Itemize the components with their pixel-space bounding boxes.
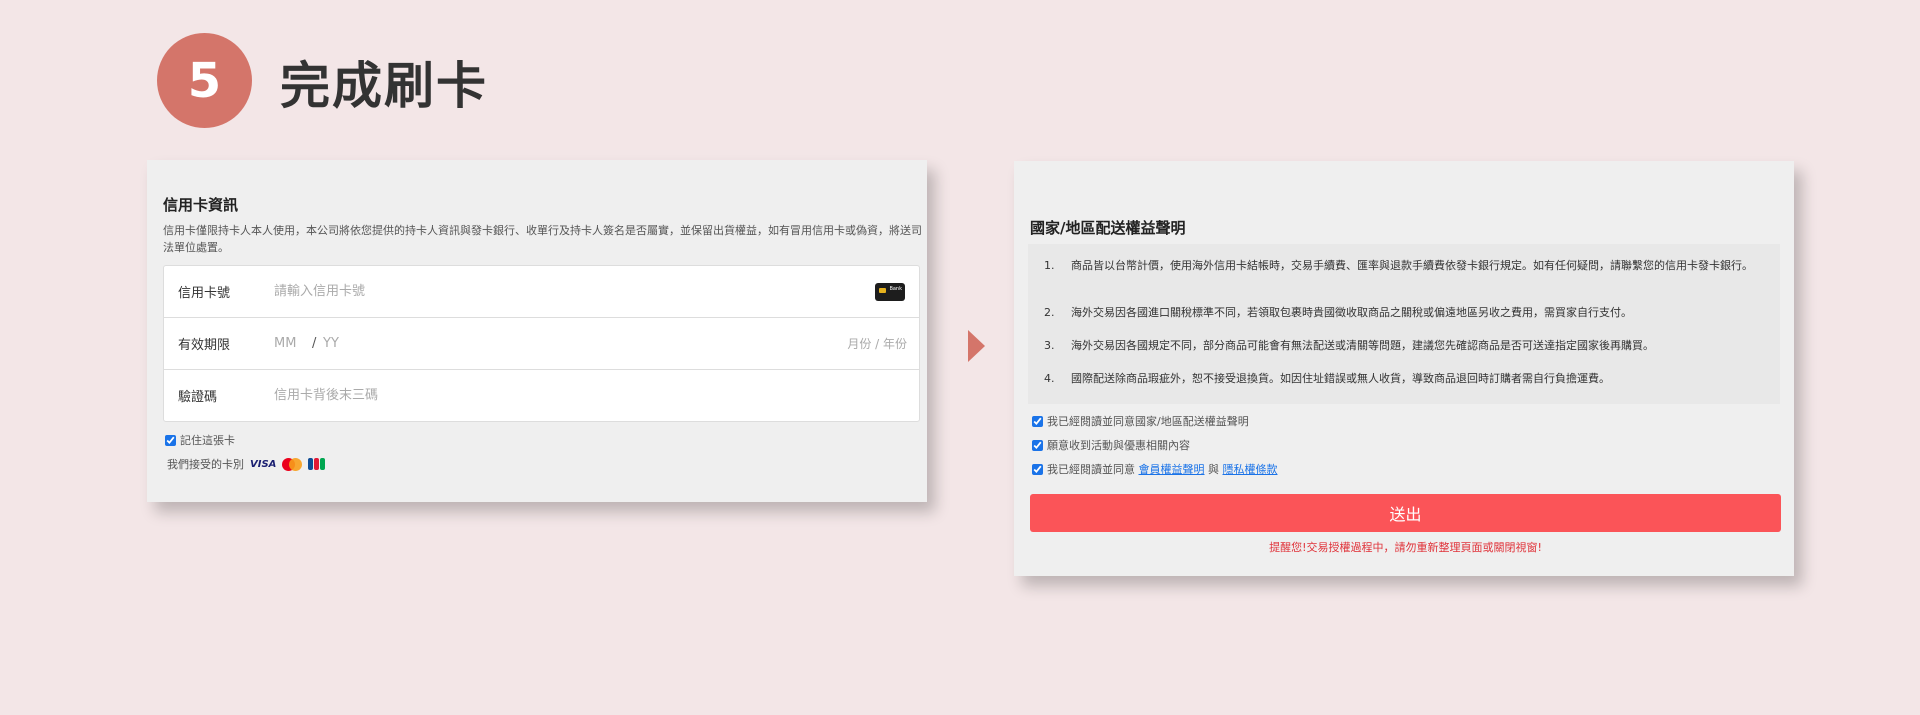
card-chip [879,287,886,293]
notice-item-number: 2. [1044,306,1055,319]
notice-item: 2. 海外交易因各國進口關稅標準不同，若領取包裹時貴國徵收取商品之關稅或偏遠地區另… [1044,305,1769,320]
bank-card-icon: Bank [875,282,905,301]
card-description: 信用卡僅限持卡人本人使用，本公司將依您提供的持卡人資訊與發卡銀行、收單行及持卡人… [163,224,922,254]
transaction-warning: 提醒您!交易授權過程中，請勿重新整理頁面或關閉視窗! [1269,541,1542,554]
agree-region-checkbox[interactable] [1032,415,1043,427]
credit-card-panel: 信用卡資訊 信用卡僅限持卡人本人使用，本公司將依您提供的持卡人資訊與發卡銀行、收… [147,160,927,502]
expiry-month-input[interactable] [272,335,312,352]
notice-item: 3. 海外交易因各國規定不同，部分商品可能會有無法配送或清關等問題，建議您先確認商… [1044,338,1769,353]
remember-card-row[interactable]: 記住這張卡 [165,432,235,448]
shipping-notice-panel: 國家/地區配送權益聲明 1. 商品皆以台幣計價，使用海外信用卡結帳時，交易手續費、… [1014,161,1794,576]
agree-promo-label: 願意收到活動與優惠相關內容 [1047,439,1190,452]
card-number-input[interactable] [272,283,836,300]
notice-item: 4. 國際配送除商品瑕疵外，恕不接受退換貨。如因住址錯誤或無人收貨，導致商品退回時… [1044,371,1769,386]
agree-terms-and: 與 [1208,463,1219,476]
cvc-row: 驗證碼 [164,370,919,421]
notice-item: 1. 商品皆以台幣計價，使用海外信用卡結帳時，交易手續費、匯率與退款手續費依發卡銀… [1044,258,1769,273]
remember-card-label: 記住這張卡 [180,434,235,447]
expiry-label: 有效期限 [178,338,231,353]
cvc-input[interactable] [272,387,676,404]
notice-title: 國家/地區配送權益聲明 [1030,219,1186,237]
card-number-label: 信用卡號 [178,286,231,301]
accepted-cards-label: 我們接受的卡別 [167,458,244,471]
arrow-right-icon [968,330,985,362]
accepted-cards-row: 我們接受的卡別 VISA [167,456,326,472]
submit-button[interactable]: 送出 [1030,494,1781,532]
agree-terms-prefix: 我已經閱讀並同意 [1047,463,1135,476]
notice-item-number: 4. [1044,372,1055,385]
agree-promo-row[interactable]: 願意收到活動與優惠相關內容 [1032,437,1190,453]
expiry-row: 有效期限 / 月份 / 年份 [164,318,919,370]
expiry-slash: / [312,336,317,351]
agree-promo-checkbox[interactable] [1032,439,1043,451]
card-form: 信用卡號 Bank 有效期限 / 月份 / 年份 驗證碼 [163,265,920,422]
member-rights-link[interactable]: 會員權益聲明 [1139,461,1205,477]
step-title: 完成刷卡 [280,57,488,115]
expiry-year-input[interactable] [321,335,385,352]
agree-terms-row[interactable]: 我已經閱讀並同意 會員權益聲明 與 隱私權條款 [1032,461,1278,477]
expiry-hint: 月份 / 年份 [847,337,907,351]
cvc-label: 驗證碼 [178,390,218,405]
notice-item-text: 海外交易因各國規定不同，部分商品可能會有無法配送或清關等問題，建議您先確認商品是… [1071,339,1654,352]
notice-item-text: 商品皆以台幣計價，使用海外信用卡結帳時，交易手續費、匯率與退款手續費依發卡銀行規… [1071,259,1753,272]
agree-region-label: 我已經閱讀並同意國家/地區配送權益聲明 [1047,415,1249,428]
notice-item-number: 1. [1044,259,1055,272]
card-section-title: 信用卡資訊 [163,196,239,214]
card-number-row: 信用卡號 Bank [164,266,919,318]
notice-item-text: 國際配送除商品瑕疵外，恕不接受退換貨。如因住址錯誤或無人收貨，導致商品退回時訂購… [1071,372,1610,385]
notice-box: 1. 商品皆以台幣計價，使用海外信用卡結帳時，交易手續費、匯率與退款手續費依發卡銀… [1028,244,1780,404]
jcb-logo-icon [308,458,326,470]
mastercard-logo-icon [282,457,303,471]
notice-item-number: 3. [1044,339,1055,352]
privacy-policy-link[interactable]: 隱私權條款 [1223,461,1278,477]
agree-terms-checkbox[interactable] [1032,463,1043,475]
remember-card-checkbox[interactable] [165,434,176,446]
agree-region-row[interactable]: 我已經閱讀並同意國家/地區配送權益聲明 [1032,413,1249,429]
step-number-badge: 5 [157,33,252,128]
notice-item-text: 海外交易因各國進口關稅標準不同，若領取包裹時貴國徵收取商品之關稅或偏遠地區另收之… [1071,306,1632,319]
visa-logo-icon: VISA [250,458,277,470]
bank-card-text: Bank [889,285,902,292]
